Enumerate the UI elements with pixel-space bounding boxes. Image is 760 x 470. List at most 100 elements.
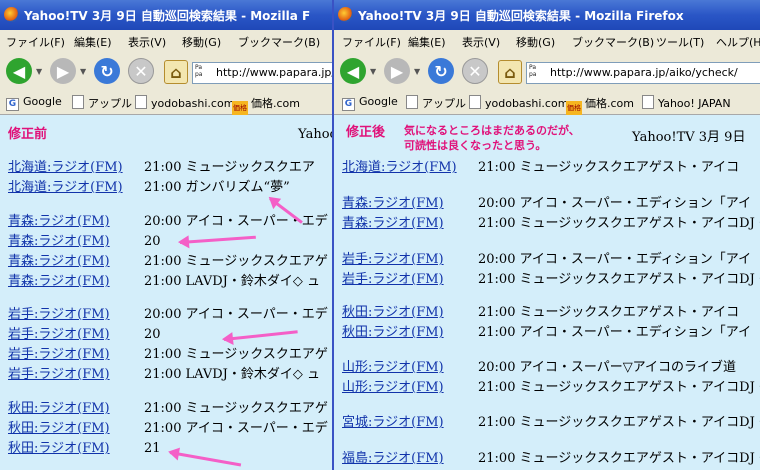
menu-view[interactable]: 表示(V) <box>128 34 166 50</box>
station-link[interactable]: 岩手:ラジオ(FM) <box>8 326 144 344</box>
bookmark-google[interactable]: G Google <box>342 95 398 111</box>
program-row: 青森:ラジオ(FM) 21:00 ミュージックスクエアゲスト・アイコDJ・ <box>342 215 760 233</box>
bookmark-kakaku[interactable]: 価格 価格.com <box>566 95 634 115</box>
station-link[interactable]: 岩手:ラジオ(FM) <box>8 306 144 324</box>
station-link[interactable]: 秋田:ラジオ(FM) <box>8 400 144 418</box>
station-link[interactable]: 秋田:ラジオ(FM) <box>342 304 478 322</box>
air-time: 21:00 <box>144 347 182 362</box>
bookmark-apple[interactable]: アップル <box>72 95 132 111</box>
program-row: 秋田:ラジオ(FM) 21:00 ミュージックスクエアゲ <box>8 400 328 418</box>
program-title: アイコ・スーパー・エディション「アイ <box>519 196 752 211</box>
station-link[interactable]: 北海道:ラジオ(FM) <box>342 159 478 177</box>
home-icon[interactable]: ⌂ <box>164 60 188 84</box>
back-dropdown-icon[interactable]: ▼ <box>370 67 376 76</box>
kakaku-icon: 価格 <box>566 101 582 115</box>
station-link[interactable]: 青森:ラジオ(FM) <box>342 195 478 213</box>
program-row: 宮城:ラジオ(FM) 21:00 ミュージックスクエアゲスト・アイコDJ・ <box>342 414 760 432</box>
station-link[interactable]: 岩手:ラジオ(FM) <box>8 366 144 384</box>
station-link[interactable]: 北海道:ラジオ(FM) <box>8 179 144 197</box>
bookmark-apple[interactable]: アップル <box>406 95 466 111</box>
air-time: 21:00 <box>478 325 516 340</box>
air-time: 21:00 <box>478 415 516 430</box>
station-link[interactable]: 秋田:ラジオ(FM) <box>8 440 144 458</box>
bookmark-label: yodobashi.com <box>485 97 569 110</box>
page-icon <box>642 95 654 109</box>
navigation-toolbar: ◀ ▼ ▶ ▼ ↻ ✕ ⌂ Papa http://www.papara.jp/a… <box>334 52 760 90</box>
station-link[interactable]: 青森:ラジオ(FM) <box>342 215 478 233</box>
station-link[interactable]: 岩手:ラジオ(FM) <box>342 271 478 289</box>
station-link[interactable]: 青森:ラジオ(FM) <box>8 253 144 271</box>
station-link[interactable]: 山形:ラジオ(FM) <box>342 379 478 397</box>
back-arrow-icon[interactable]: ◀ <box>340 58 366 84</box>
station-link[interactable]: 山形:ラジオ(FM) <box>342 359 478 377</box>
bookmark-yahoo-japan[interactable]: Yahoo! JAPAN <box>642 95 731 110</box>
back-dropdown-icon[interactable]: ▼ <box>36 67 42 76</box>
air-time: 21:00 <box>144 421 182 436</box>
station-link[interactable]: 青森:ラジオ(FM) <box>8 233 144 251</box>
bookmark-kakaku[interactable]: 価格 価格.com <box>232 95 300 115</box>
menu-help[interactable]: ヘルプ(H) <box>716 34 760 50</box>
forward-dropdown-icon[interactable]: ▼ <box>80 67 86 76</box>
station-link[interactable]: 宮城:ラジオ(FM) <box>342 414 478 432</box>
program-title: ミュージックスクエア <box>185 160 315 175</box>
menu-view[interactable]: 表示(V) <box>462 34 500 50</box>
program-title: LAVDJ・鈴木ダイ◇ ュ <box>185 274 320 289</box>
station-link[interactable]: 北海道:ラジオ(FM) <box>8 159 144 177</box>
home-icon[interactable]: ⌂ <box>498 60 522 84</box>
menu-tools[interactable]: ツール(T) <box>656 34 704 50</box>
program-row: 山形:ラジオ(FM) 20:00 アイコ・スーパー▽アイコのライブ道 <box>342 359 736 377</box>
forward-arrow-icon[interactable]: ▶ <box>50 58 76 84</box>
menu-go[interactable]: 移動(G) <box>182 34 221 50</box>
program-row: 山形:ラジオ(FM) 21:00 ミュージックスクエアゲスト・アイコDJ・ <box>342 379 760 397</box>
station-link[interactable]: 秋田:ラジオ(FM) <box>342 324 478 342</box>
bookmark-google[interactable]: G Google <box>6 95 62 111</box>
program-row: 北海道:ラジオ(FM) 21:00 ミュージックスクエア <box>8 159 315 177</box>
bookmark-label: yodobashi.com <box>151 97 235 110</box>
navigation-toolbar: ◀ ▼ ▶ ▼ ↻ ✕ ⌂ Papa http://www.papara.jp/a… <box>0 52 332 90</box>
station-link[interactable]: 青森:ラジオ(FM) <box>8 273 144 291</box>
url-bar[interactable]: Papa http://www.papara.jp/ai <box>192 62 332 84</box>
menu-file[interactable]: ファイル(F) <box>342 34 401 50</box>
menu-file[interactable]: ファイル(F) <box>6 34 65 50</box>
window-titlebar: Yahoo!TV 3月 9日 自動巡回検索結果 - Mozilla Firefo… <box>334 0 760 30</box>
program-row: 秋田:ラジオ(FM) 21:00 ミュージックスクエアゲスト・アイコ <box>342 304 739 322</box>
program-title: アイコ・スーパー・エデ <box>185 214 328 229</box>
forward-arrow-icon[interactable]: ▶ <box>384 58 410 84</box>
reload-icon[interactable]: ↻ <box>94 58 120 84</box>
station-link[interactable]: 青森:ラジオ(FM) <box>8 213 144 231</box>
program-title: ミュージックスクエアゲスト・アイコDJ・ <box>519 272 760 287</box>
air-time: 21:00 <box>478 451 516 466</box>
kakaku-icon: 価格 <box>232 101 248 115</box>
menu-edit[interactable]: 編集(E) <box>408 34 446 50</box>
annotation-arrow <box>223 330 298 341</box>
station-link[interactable]: 秋田:ラジオ(FM) <box>8 420 144 438</box>
stop-icon[interactable]: ✕ <box>128 58 154 84</box>
program-row: 青森:ラジオ(FM) 21:00 LAVDJ・鈴木ダイ◇ ュ <box>8 273 320 291</box>
back-arrow-icon[interactable]: ◀ <box>6 58 32 84</box>
bookmarks-toolbar: G Google アップル yodobashi.com 価格 価格.com Yaho… <box>334 90 760 115</box>
bookmark-label: Google <box>359 95 398 108</box>
program-row: 岩手:ラジオ(FM) 20:00 アイコ・スーパー・エデ <box>8 306 328 324</box>
bookmark-yodobashi[interactable]: yodobashi.com <box>135 95 234 110</box>
station-link[interactable]: 岩手:ラジオ(FM) <box>8 346 144 364</box>
site-favicon-icon: Pa pa <box>195 64 203 78</box>
url-bar[interactable]: Pa pa http://www.papara.jp/aiko/ycheck/ <box>526 62 760 84</box>
bookmark-yodobashi[interactable]: yodobashi.com <box>469 95 568 110</box>
menu-bookmarks[interactable]: ブックマーク(B) <box>238 34 320 50</box>
menu-edit[interactable]: 編集(E) <box>74 34 112 50</box>
stop-icon[interactable]: ✕ <box>462 58 488 84</box>
air-time: 20 <box>144 327 161 342</box>
air-time: 20:00 <box>478 196 516 211</box>
window-titlebar: Yahoo!TV 3月 9日 自動巡回検索結果 - Mozilla F <box>0 0 332 30</box>
reload-icon[interactable]: ↻ <box>428 58 454 84</box>
menu-bookmarks[interactable]: ブックマーク(B) <box>572 34 654 50</box>
page-title: Yahoo!TV 3月 9日 <box>632 130 746 145</box>
right-browser-window: Yahoo!TV 3月 9日 自動巡回検索結果 - Mozilla Firefo… <box>334 0 760 470</box>
program-row: 北海道:ラジオ(FM) 21:00 ミュージックスクエアゲスト・アイコ <box>342 159 739 177</box>
menu-go[interactable]: 移動(G) <box>516 34 555 50</box>
forward-dropdown-icon[interactable]: ▼ <box>414 67 420 76</box>
program-title: ミュージックスクエアゲスト・アイコDJ・ <box>519 415 760 430</box>
station-link[interactable]: 岩手:ラジオ(FM) <box>342 251 478 269</box>
station-link[interactable]: 福島:ラジオ(FM) <box>342 450 478 468</box>
program-row: 青森:ラジオ(FM) 20:00 アイコ・スーパー・エデ <box>8 213 328 231</box>
